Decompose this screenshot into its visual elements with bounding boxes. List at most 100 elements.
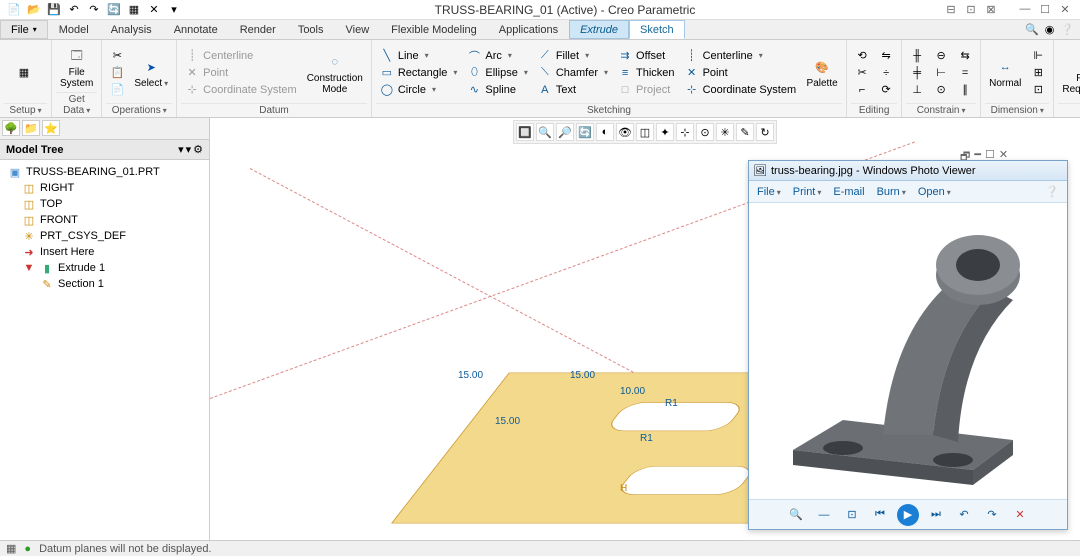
group-close-icon[interactable]: ⊠: [982, 3, 1000, 16]
pv-file[interactable]: File: [757, 186, 781, 198]
windows-icon[interactable]: ▦: [126, 2, 142, 18]
tree-settings-icon[interactable]: ⚙: [193, 143, 203, 156]
regen-icon[interactable]: 🔄: [106, 2, 122, 18]
pv-play-icon[interactable]: ▶: [897, 504, 919, 526]
sk-point-button[interactable]: ✕Point: [681, 65, 801, 81]
pv-burn[interactable]: Burn: [877, 186, 906, 198]
pv-email[interactable]: E-mail: [833, 186, 864, 198]
delete-seg-icon[interactable]: ✂: [851, 65, 873, 81]
pv-rotccw-icon[interactable]: ↶: [953, 504, 975, 526]
tab-tools[interactable]: Tools: [287, 20, 335, 39]
dim-r1b[interactable]: R1: [640, 433, 653, 444]
spin-icon[interactable]: ↻: [756, 123, 774, 141]
shading-icon[interactable]: ◐: [596, 123, 614, 141]
constrain-group-label[interactable]: Constrain: [906, 103, 976, 117]
file-menu[interactable]: File▾: [0, 20, 48, 39]
saved-views-icon[interactable]: 👁: [616, 123, 634, 141]
dim-15b[interactable]: 15.00: [570, 370, 595, 381]
line-button[interactable]: ╲Line: [376, 48, 462, 64]
status-icon-1[interactable]: ▦: [6, 542, 16, 555]
parallel-icon[interactable]: ∥: [954, 82, 976, 98]
tab-model[interactable]: Model: [48, 20, 100, 39]
refit-icon[interactable]: 🔲: [516, 123, 534, 141]
group-max-icon[interactable]: ⊡: [962, 3, 980, 16]
paste-icon[interactable]: 📄: [106, 82, 128, 98]
tree-root[interactable]: ▣TRUSS-BEARING_01.PRT: [4, 164, 205, 180]
sk-coord-button[interactable]: ⊹Coordinate System: [681, 82, 801, 98]
tree-tab-icon[interactable]: 🌳: [2, 120, 20, 136]
window-close-icon[interactable]: ✕: [1056, 3, 1074, 16]
open-icon[interactable]: 📂: [26, 2, 42, 18]
fav-tab-icon[interactable]: ⭐: [42, 120, 60, 136]
pv-prev-icon[interactable]: ⏮: [869, 504, 891, 526]
zoomin-icon[interactable]: 🔍: [536, 123, 554, 141]
pv-zoomout-icon[interactable]: 🔍: [785, 504, 807, 526]
qat-drop-icon[interactable]: ▾: [166, 2, 182, 18]
rotate-icon[interactable]: ⟳: [875, 82, 897, 98]
pv-print[interactable]: Print: [793, 186, 822, 198]
select-button[interactable]: ➤Select: [130, 42, 172, 103]
ellipse-button[interactable]: ⬯Ellipse: [463, 65, 531, 81]
model-tree[interactable]: ▣TRUSS-BEARING_01.PRT ◫RIGHT ◫TOP ◫FRONT…: [0, 160, 209, 540]
help-icon[interactable]: ❔: [1060, 23, 1074, 36]
repaint-icon[interactable]: 🔄: [576, 123, 594, 141]
tab-analysis[interactable]: Analysis: [100, 20, 163, 39]
coinc-icon[interactable]: ⊙: [930, 82, 952, 98]
horz-icon[interactable]: ╪: [906, 65, 928, 81]
tree-front[interactable]: ◫FRONT: [4, 212, 205, 228]
perp-icon[interactable]: ⊥: [906, 82, 928, 98]
inspect-group-label[interactable]: Inspect: [1058, 103, 1080, 117]
redo-icon[interactable]: ↷: [86, 2, 102, 18]
tree-show-icon[interactable]: ▾: [186, 143, 192, 156]
offset-button[interactable]: ⇉Offset: [614, 48, 679, 64]
equal-icon[interactable]: =: [954, 65, 976, 81]
tab-render[interactable]: Render: [229, 20, 287, 39]
thicken-button[interactable]: ≡Thicken: [614, 65, 679, 81]
tan-icon[interactable]: ⊖: [930, 48, 952, 64]
tree-section[interactable]: ✎Section 1: [4, 276, 205, 292]
perspective-icon[interactable]: ◫: [636, 123, 654, 141]
tree-csys[interactable]: ✳PRT_CSYS_DEF: [4, 228, 205, 244]
tree-top[interactable]: ◫TOP: [4, 196, 205, 212]
pv-fit-icon[interactable]: ⊡: [841, 504, 863, 526]
tab-extrude[interactable]: Extrude: [569, 20, 629, 39]
fillet-button[interactable]: ⟋Fillet: [534, 48, 612, 64]
vert-icon[interactable]: ╫: [906, 48, 928, 64]
datum-disp-icon[interactable]: ✦: [656, 123, 674, 141]
dimension-group-label[interactable]: Dimension: [985, 103, 1049, 117]
getdata-group-label[interactable]: Get Data: [56, 92, 97, 117]
normal-dim-button[interactable]: ↔Normal: [985, 42, 1025, 103]
annot-disp-icon[interactable]: ✎: [736, 123, 754, 141]
pv-next-icon[interactable]: ⏭: [925, 504, 947, 526]
pv-help-icon[interactable]: ❔: [1045, 185, 1059, 198]
tab-view[interactable]: View: [335, 20, 381, 39]
construction-mode-button[interactable]: ◌Construction Mode: [303, 42, 367, 103]
grid-button[interactable]: ▦: [4, 42, 44, 103]
group-min-icon[interactable]: ⊟: [942, 3, 960, 16]
zoomout-icon[interactable]: 🔎: [556, 123, 574, 141]
dim-15[interactable]: 15.00: [458, 370, 483, 381]
rectangle-button[interactable]: ▭Rectangle: [376, 65, 462, 81]
setup-group-label[interactable]: Setup: [4, 103, 47, 117]
tree-right[interactable]: ◫RIGHT: [4, 180, 205, 196]
sym-icon[interactable]: ⇆: [954, 48, 976, 64]
spline-button[interactable]: ∿Spline: [463, 82, 531, 98]
undo-icon[interactable]: ↶: [66, 2, 82, 18]
layer-tab-icon[interactable]: 📁: [22, 120, 40, 136]
pv-titlebar[interactable]: 🖼 truss-bearing.jpg - Windows Photo View…: [749, 161, 1067, 181]
tree-filter-icon[interactable]: ▾: [178, 143, 184, 156]
corner-icon[interactable]: ⌐: [851, 82, 873, 98]
minimize-icon[interactable]: —: [1016, 3, 1034, 16]
project-button[interactable]: □Project: [614, 82, 679, 98]
tree-insert[interactable]: ➜Insert Here: [4, 244, 205, 260]
nav-icon[interactable]: ◉: [1045, 23, 1055, 36]
search-icon[interactable]: 🔍: [1025, 23, 1039, 36]
baseline-icon[interactable]: ⊩: [1027, 48, 1049, 64]
dim-r1[interactable]: R1: [665, 398, 678, 409]
new-icon[interactable]: 📄: [6, 2, 22, 18]
modify-icon[interactable]: ⟲: [851, 48, 873, 64]
maximize-icon[interactable]: ☐: [1036, 3, 1054, 16]
cut-icon[interactable]: ✂: [106, 48, 128, 64]
photo-viewer-window[interactable]: 🖼 truss-bearing.jpg - Windows Photo View…: [748, 160, 1068, 530]
tab-sketch[interactable]: Sketch: [629, 20, 685, 39]
